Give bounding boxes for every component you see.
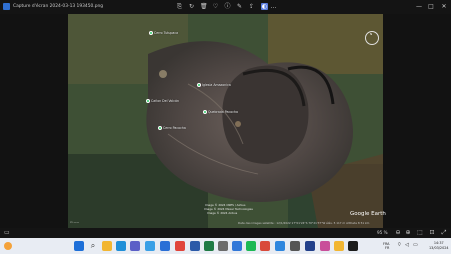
- app-icon[interactable]: [290, 241, 300, 251]
- teams-icon[interactable]: [130, 241, 140, 251]
- image-viewer: Cerro Tutupaca Cañon Del Volcán Iglesia …: [0, 14, 451, 228]
- satellite-image[interactable]: Cerro Tutupaca Cañon Del Volcán Iglesia …: [68, 14, 383, 228]
- place-label: Cerro Tutupaca: [154, 31, 179, 35]
- word-icon[interactable]: [190, 241, 200, 251]
- share-icon[interactable]: ⇪: [248, 3, 255, 10]
- place-label: Cerro Pacocha: [163, 126, 186, 130]
- clock-date: 13/03/2024: [429, 245, 449, 250]
- place-label: Quebrada Pacocha: [208, 110, 238, 114]
- app-icon[interactable]: [275, 241, 285, 251]
- place-label: Cañon Del Volcán: [151, 99, 179, 103]
- zoom-out-icon[interactable]: ⊖: [394, 229, 402, 237]
- start-icon[interactable]: [74, 241, 84, 251]
- file-explorer-icon[interactable]: [102, 241, 112, 251]
- place-pin[interactable]: [149, 31, 153, 35]
- taskbar: ⌕ FRA FR ⌔ ◁ ▭ 14:37 13/03/2024: [0, 238, 451, 254]
- favorite-icon[interactable]: ♡: [212, 3, 219, 10]
- fit-icon[interactable]: ⬚: [416, 229, 424, 237]
- info-icon[interactable]: ⓘ: [224, 3, 231, 10]
- map-coordinates: Date des images satellite : 12/1/2022 17…: [238, 221, 370, 225]
- zoom-in-icon[interactable]: ⊕: [404, 229, 412, 237]
- more-icon[interactable]: …: [270, 3, 277, 10]
- place-label: Iglesia Amazonica: [202, 83, 231, 87]
- volume-icon[interactable]: ◁: [405, 243, 409, 248]
- app-icon[interactable]: [334, 241, 344, 251]
- save-icon[interactable]: ⎘: [176, 3, 183, 10]
- compass-north-icon: N: [370, 32, 373, 36]
- actual-size-icon[interactable]: ⊡: [428, 229, 436, 237]
- zoom-level[interactable]: 95 %: [377, 229, 388, 237]
- map-credit: Image © 2024 Airbus: [207, 211, 238, 215]
- edge-icon[interactable]: [116, 241, 126, 251]
- app-icon[interactable]: [305, 241, 315, 251]
- keyboard-region[interactable]: FR: [385, 246, 389, 250]
- status-bar: ▭ 95 % ⊖ ⊕ ⬚ ⊡ ⤢: [0, 228, 451, 238]
- delete-icon[interactable]: 🗑: [200, 3, 208, 10]
- photos-icon[interactable]: [145, 241, 155, 251]
- title-bar: Capture d'écran 2024-03-13 193450.png ⎘ …: [0, 0, 451, 14]
- map-scale-icon: ▭ ——: [70, 220, 80, 224]
- place-pin[interactable]: [158, 126, 162, 130]
- excel-icon[interactable]: [204, 241, 214, 251]
- filmstrip-icon[interactable]: ▭: [4, 229, 11, 236]
- wifi-icon[interactable]: ⌔: [397, 243, 402, 248]
- fullscreen-icon[interactable]: ⤢: [440, 229, 448, 237]
- place-pin[interactable]: [146, 99, 150, 103]
- mail-icon[interactable]: [160, 241, 170, 251]
- window-title: Capture d'écran 2024-03-13 193450.png: [13, 4, 104, 9]
- edit-photo-icon[interactable]: ◐: [261, 3, 268, 10]
- app-icon[interactable]: [320, 241, 330, 251]
- place-pin[interactable]: [197, 83, 201, 87]
- app-icon[interactable]: [260, 241, 270, 251]
- edit-icon[interactable]: ✎: [236, 3, 243, 10]
- search-icon[interactable]: ⌕: [88, 241, 98, 251]
- chrome-icon[interactable]: [175, 241, 185, 251]
- photos-app-icon: [3, 3, 10, 10]
- place-pin[interactable]: [203, 110, 207, 114]
- close-button[interactable]: ✕: [438, 1, 450, 12]
- settings-icon[interactable]: [218, 241, 228, 251]
- google-earth-logo: Google Earth: [350, 211, 386, 217]
- app-icon[interactable]: [348, 241, 358, 251]
- terrain-image: [68, 14, 383, 228]
- battery-icon[interactable]: ▭: [413, 243, 418, 248]
- weather-icon[interactable]: [4, 242, 12, 250]
- spotify-icon[interactable]: [246, 241, 256, 251]
- store-icon[interactable]: [232, 241, 242, 251]
- minimize-button[interactable]: —: [413, 1, 425, 12]
- rotate-icon[interactable]: ↻: [188, 3, 195, 10]
- clock[interactable]: 14:37 13/03/2024: [429, 241, 449, 250]
- maximize-button[interactable]: □: [425, 1, 437, 12]
